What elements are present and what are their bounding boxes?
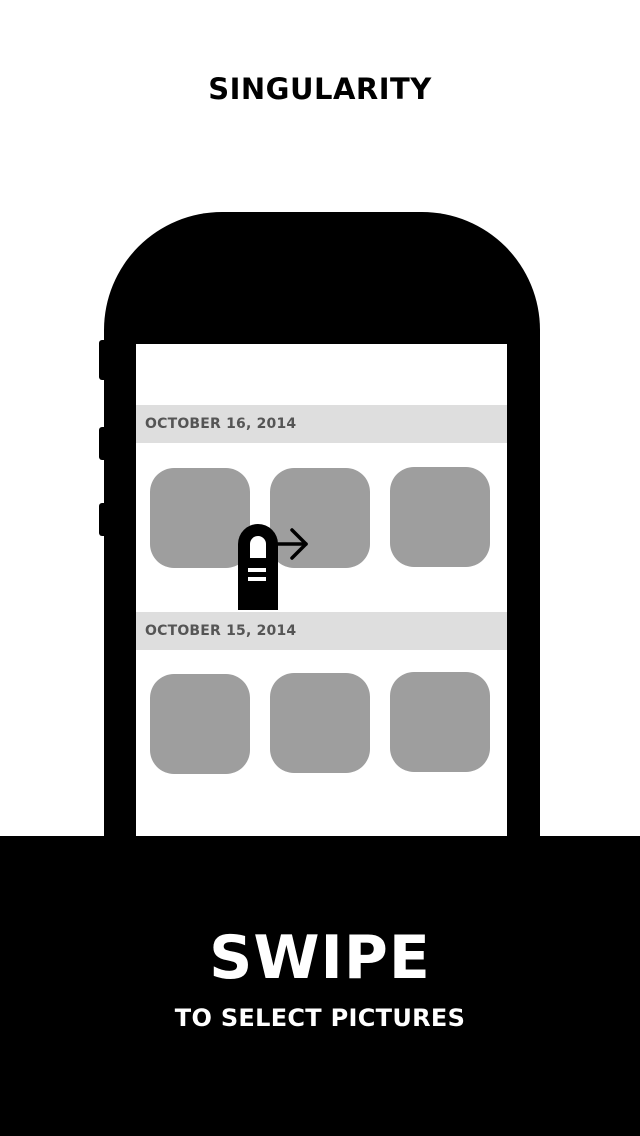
swipe-right-finger-icon	[238, 524, 308, 610]
date-section-header: OCTOBER 16, 2014	[136, 405, 507, 443]
photo-thumbnail	[390, 672, 490, 772]
phone-screen: OCTOBER 16, 2014 OCTOBER 15, 2014	[136, 344, 507, 844]
date-label: OCTOBER 16, 2014	[145, 416, 297, 432]
app-title: SINGULARITY	[208, 72, 432, 106]
instruction-subline: TO SELECT PICTURES	[174, 1004, 466, 1032]
date-section-header: OCTOBER 15, 2014	[136, 612, 507, 650]
date-label: OCTOBER 15, 2014	[145, 623, 297, 639]
tutorial-screen: SINGULARITY OCTOBER 16, 2014 OCTOBER 15,…	[0, 0, 640, 1136]
instruction-headline: SWIPE	[209, 923, 431, 993]
photo-thumbnail	[270, 673, 370, 773]
photo-thumbnail	[150, 468, 250, 568]
photo-thumbnail	[390, 467, 490, 567]
photo-thumbnail	[150, 674, 250, 774]
instruction-panel: SWIPE TO SELECT PICTURES	[0, 836, 640, 1136]
